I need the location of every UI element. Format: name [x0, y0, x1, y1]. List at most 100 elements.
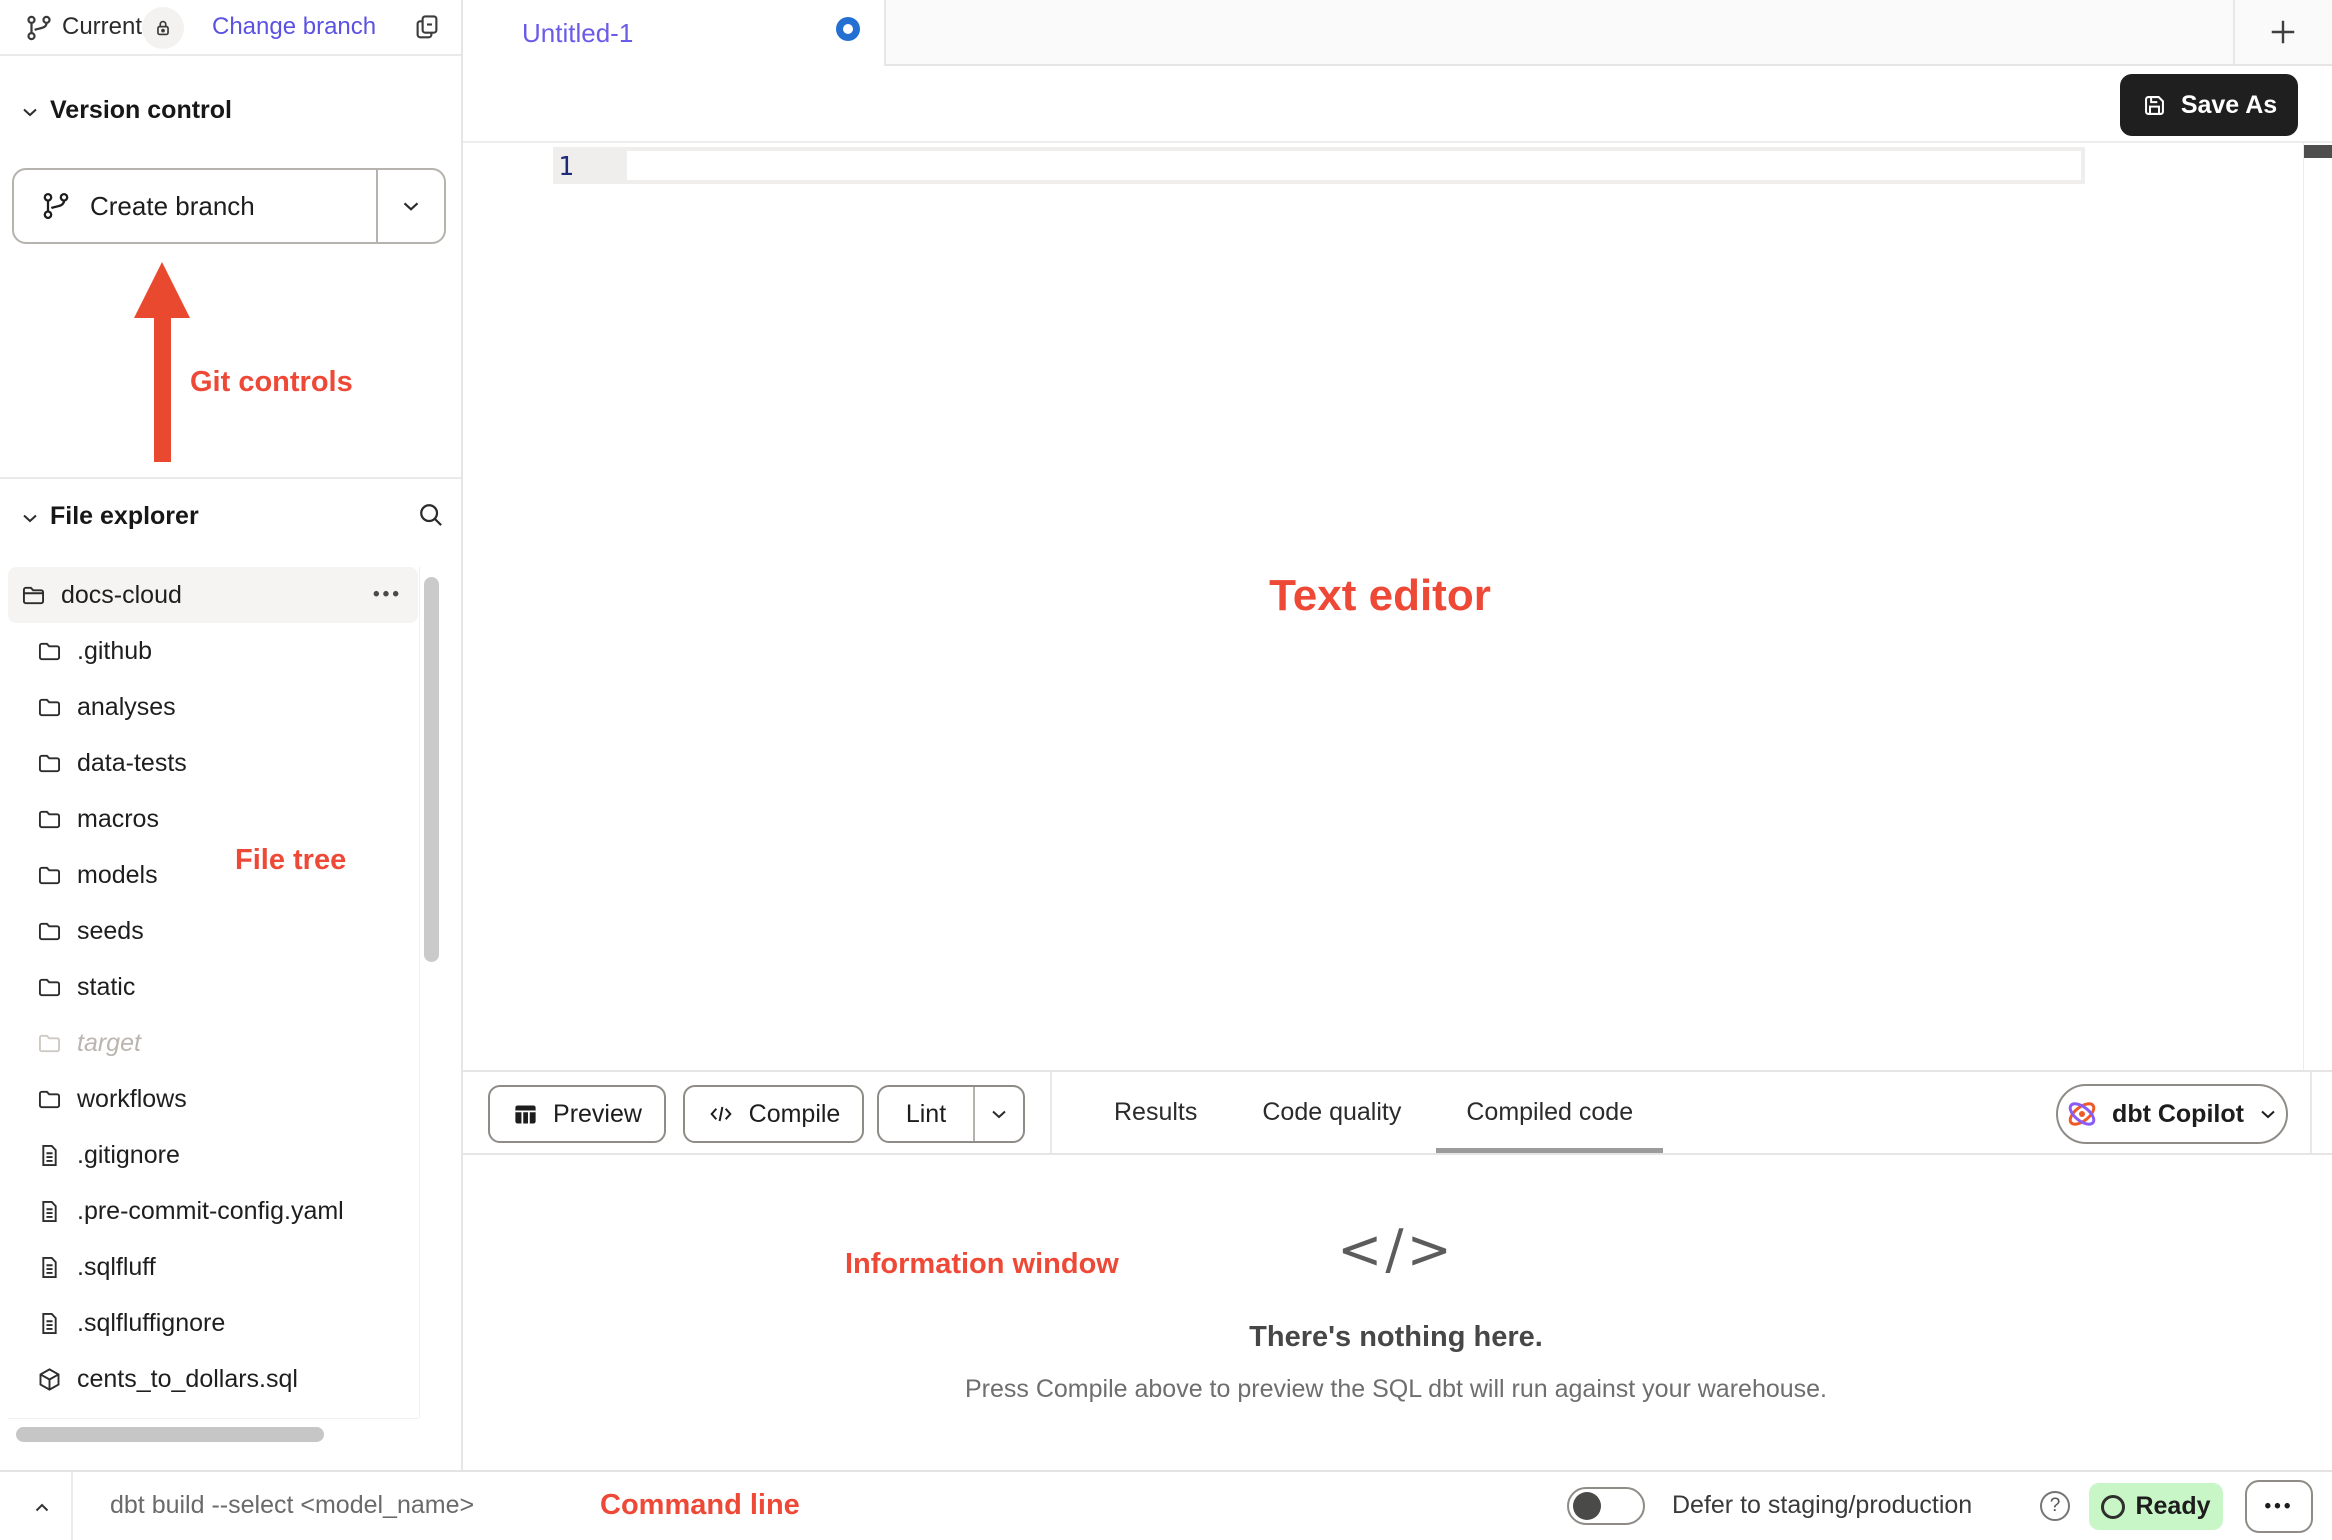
file-tree: docs-cloud ••• .github analyses data-tests ma… — [8, 567, 418, 1407]
toggle-knob — [1573, 1492, 1601, 1520]
file-tree-edge-line — [419, 567, 420, 1418]
tree-item-target[interactable]: target — [8, 1015, 418, 1071]
save-as-button[interactable]: Save As — [2120, 74, 2298, 136]
folder-icon — [36, 862, 63, 889]
active-line-input[interactable] — [627, 151, 2081, 180]
file-explorer-title: File explorer — [50, 502, 199, 531]
folder-icon — [36, 1030, 63, 1057]
sidebar-divider — [0, 477, 461, 479]
file-icon — [36, 1254, 63, 1281]
toolbar-divider — [1050, 1072, 1052, 1153]
tree-item-label: .pre-commit-config.yaml — [77, 1197, 344, 1226]
folder-icon — [36, 638, 63, 665]
file-search-icon[interactable] — [416, 500, 446, 530]
tree-item-.pre-commit-config.yaml[interactable]: .pre-commit-config.yaml — [8, 1183, 418, 1239]
tree-item-docs-cloud[interactable]: docs-cloud ••• — [8, 567, 418, 623]
tree-item-label: seeds — [77, 917, 144, 946]
file-explorer-collapse-chevron-icon[interactable] — [18, 506, 42, 530]
tree-item-.sqlfluff[interactable]: .sqlfluff — [8, 1239, 418, 1295]
tree-item-.sqlfluffignore[interactable]: .sqlfluffignore — [8, 1295, 418, 1351]
expand-command-bar-chevron-icon[interactable] — [30, 1496, 54, 1520]
empty-state-title: There's nothing here. — [1249, 1321, 1543, 1354]
item-menu-button[interactable]: ••• — [373, 584, 402, 606]
folder-open-icon — [20, 582, 47, 609]
line-number: 1 — [551, 152, 581, 182]
code-icon — [707, 1100, 735, 1128]
tab-code-quality[interactable]: Code quality — [1262, 1072, 1401, 1153]
version-control-title: Version control — [50, 96, 232, 125]
compile-button[interactable]: Compile — [683, 1085, 864, 1143]
change-branch-link[interactable]: Change branch — [212, 13, 376, 41]
information-window-annotation: Information window — [845, 1248, 1119, 1281]
tab-compiled-code[interactable]: Compiled code — [1466, 1072, 1633, 1153]
file-icon — [36, 1310, 63, 1337]
editor-header: Save As — [463, 66, 2332, 143]
help-icon[interactable]: ? — [2040, 1491, 2070, 1521]
tree-item-cents_to_dollars.sql[interactable]: cents_to_dollars.sql — [8, 1351, 418, 1407]
file-icon — [36, 1142, 63, 1169]
tree-item-static[interactable]: static — [8, 959, 418, 1015]
tree-item-analyses[interactable]: analyses — [8, 679, 418, 735]
tree-item-label: .sqlfluff — [77, 1253, 156, 1282]
status-ring-icon — [2101, 1495, 2125, 1519]
tree-item-label: target — [77, 1029, 141, 1058]
preview-button[interactable]: Preview — [488, 1085, 666, 1143]
create-branch-label: Create branch — [90, 191, 255, 222]
create-branch-button[interactable]: Create branch — [14, 170, 376, 242]
command-bar-divider — [71, 1472, 73, 1540]
tree-item-data-tests[interactable]: data-tests — [8, 735, 418, 791]
tree-item-.github[interactable]: .github — [8, 623, 418, 679]
command-bar: dbt build --select <model_name> Command … — [0, 1470, 2332, 1540]
editor-scrollbar-thumb[interactable] — [2304, 145, 2332, 158]
tab-untitled-1[interactable]: Untitled-1 — [463, 0, 886, 66]
tree-item-label: static — [77, 973, 135, 1002]
defer-toggle[interactable] — [1567, 1487, 1645, 1525]
table-icon — [512, 1101, 539, 1128]
command-line-annotation: Command line — [600, 1489, 800, 1522]
file-tree-annotation: File tree — [235, 844, 346, 877]
tree-item-label: workflows — [77, 1085, 187, 1114]
tree-item-label: data-tests — [77, 749, 187, 778]
tree-item-label: macros — [77, 805, 159, 834]
tree-item-label: docs-cloud — [61, 581, 182, 610]
folder-icon — [36, 694, 63, 721]
toolbar-right-divider — [2310, 1072, 2312, 1153]
dbt-copilot-icon — [2064, 1096, 2100, 1132]
file-tree-horizontal-scrollbar[interactable] — [16, 1427, 324, 1442]
file-icon — [36, 1198, 63, 1225]
preview-label: Preview — [553, 1100, 642, 1129]
lint-label: Lint — [906, 1100, 946, 1129]
new-tab-button[interactable] — [2265, 14, 2301, 50]
tab-bar-divider — [2233, 0, 2235, 64]
code-empty-state-icon: </> — [1337, 1218, 1455, 1281]
tab-label: Untitled-1 — [522, 18, 633, 49]
tab-results[interactable]: Results — [1114, 1072, 1197, 1153]
tree-item-seeds[interactable]: seeds — [8, 903, 418, 959]
tree-item-label: .github — [77, 637, 152, 666]
command-input[interactable]: dbt build --select <model_name> — [110, 1491, 474, 1520]
text-editor[interactable]: 1 Text editor — [463, 143, 2332, 1070]
more-options-button[interactable]: ••• — [2245, 1480, 2313, 1533]
version-control-collapse-chevron-icon[interactable] — [18, 100, 42, 124]
tree-item-workflows[interactable]: workflows — [8, 1071, 418, 1127]
git-controls-header: Current Change branch — [0, 0, 461, 56]
lint-split-button: Lint — [877, 1085, 1025, 1143]
folder-icon — [36, 806, 63, 833]
tree-item-label: models — [77, 861, 158, 890]
tree-item-macros[interactable]: macros — [8, 791, 418, 847]
lint-dropdown-button[interactable] — [973, 1087, 1023, 1141]
save-as-label: Save As — [2181, 91, 2277, 120]
tree-item-.gitignore[interactable]: .gitignore — [8, 1127, 418, 1183]
folder-icon — [36, 1086, 63, 1113]
status-badge: Ready — [2089, 1483, 2223, 1530]
panel-tabs: Results Code quality Compiled code — [1114, 1072, 1633, 1153]
file-tree-vertical-scrollbar[interactable] — [424, 577, 439, 962]
lint-button[interactable]: Lint — [879, 1087, 973, 1141]
create-branch-dropdown-button[interactable] — [376, 170, 444, 242]
copy-branch-name-icon[interactable] — [412, 12, 442, 42]
dbt-copilot-button[interactable]: dbt Copilot — [2056, 1084, 2288, 1144]
status-label: Ready — [2135, 1492, 2210, 1521]
current-branch-label: Current — [62, 13, 142, 41]
tree-item-models[interactable]: models — [8, 847, 418, 903]
folder-icon — [36, 750, 63, 777]
